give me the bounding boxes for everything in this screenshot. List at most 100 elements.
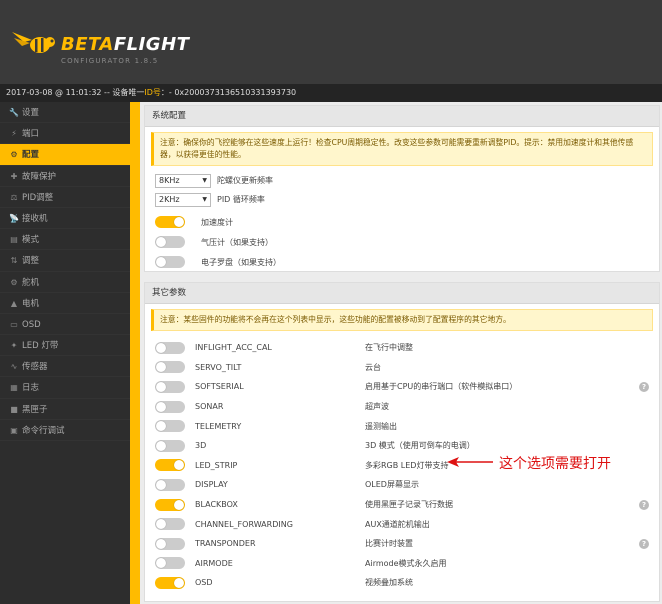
- sensor-toggle[interactable]: [155, 236, 185, 248]
- log-icon: ▦: [10, 383, 18, 393]
- sidebar-item-label: 模式: [22, 235, 40, 246]
- gyro-freq-label: 陀螺仪更新频率: [217, 176, 273, 185]
- feature-row: SERVO_TILT 云台: [145, 358, 659, 378]
- sensor-label: 加速度计: [201, 217, 233, 227]
- sidebar-item-label: 端口: [22, 129, 40, 140]
- sidebar-item-label: 调整: [22, 256, 40, 267]
- feature-description: 超声波: [365, 402, 389, 412]
- status-timestamp: 2017-03-08 @ 11:01:32: [6, 88, 102, 97]
- sensor-toggle[interactable]: [155, 256, 185, 268]
- feature-toggle[interactable]: [155, 400, 185, 413]
- feature-row: INFLIGHT_ACC_CAL 在飞行中调整: [145, 338, 659, 358]
- feature-description: 云台: [365, 362, 381, 372]
- help-icon[interactable]: ?: [639, 499, 649, 510]
- sidebar-item-label: 设置: [22, 108, 40, 118]
- sidebar-item[interactable]: ■ 黑匣子: [0, 399, 130, 420]
- sidebar-item[interactable]: ⇅ 调整: [0, 250, 130, 272]
- feature-name: SONAR: [195, 402, 224, 412]
- sensor-row: 气压计（如果支持）: [145, 232, 659, 252]
- feature-toggle[interactable]: [155, 518, 185, 531]
- sidebar-item[interactable]: ⚡ 端口: [0, 123, 130, 145]
- main-content: 系统配置 注意：确保你的飞控能够在这些速度上运行！检查CPU周期稳定性。改变这些…: [140, 102, 662, 604]
- motor-icon: ▲: [10, 298, 18, 308]
- sidebar-item[interactable]: ⚙ 舵机: [0, 272, 130, 293]
- pid-freq-select[interactable]: 2KHz ▼: [155, 192, 211, 207]
- modes-icon: ▤: [10, 235, 18, 245]
- other-features-panel: 其它参数 注意：某些固件的功能将不会再在这个列表中显示，这些功能的配置被移动到了…: [144, 282, 660, 602]
- feature-toggle[interactable]: [155, 361, 185, 374]
- toggle-knob: [156, 538, 166, 549]
- sidebar-item[interactable]: ✦ LED 灯带: [0, 335, 130, 357]
- toggle-knob: [156, 362, 166, 373]
- status-bar: 2017-03-08 @ 11:01:32 -- 设备唯一ID号：- 0x200…: [0, 84, 662, 102]
- feature-toggle[interactable]: [155, 537, 185, 550]
- sensor-toggle[interactable]: [155, 216, 185, 228]
- receiver-icon: 📡: [9, 213, 19, 223]
- feature-toggle[interactable]: [155, 420, 185, 433]
- status-id-value: ：- 0x200037313651033139373​0: [160, 88, 297, 97]
- sidebar-item[interactable]: ∿ 传感器: [0, 356, 130, 378]
- feature-name: SERVO_TILT: [195, 362, 242, 372]
- feature-name: SOFTSERIAL: [195, 382, 244, 392]
- pid-freq-label: PID 循环频率: [217, 195, 265, 204]
- feature-description: 启用基于CPU的串行端口（软件模拟串口）: [365, 382, 518, 392]
- feature-description: 遥测输出: [365, 421, 397, 431]
- failsafe-icon: ✚: [10, 171, 18, 181]
- sidebar-item-label: 舵机: [22, 277, 40, 288]
- toggle-knob: [156, 342, 166, 353]
- status-id-label: ID号: [144, 88, 161, 97]
- led-icon: ✦: [10, 341, 18, 351]
- sidebar-item[interactable]: ▦ 日志: [0, 377, 130, 399]
- feature-description: 比赛计时装置: [365, 539, 413, 549]
- sidebar-item[interactable]: ▲ 电机: [0, 293, 130, 314]
- plug-icon: ⚡: [11, 129, 17, 139]
- app-header: BETAFLIGHT CONFIGURATOR 1.8.5: [0, 0, 662, 84]
- sidebar-item[interactable]: ⚙ 配置: [0, 144, 130, 166]
- feature-toggle[interactable]: [155, 459, 185, 472]
- toggle-knob: [174, 217, 184, 227]
- feature-description: 视频叠加系统: [365, 578, 413, 588]
- blackbox-icon: ■: [10, 404, 18, 414]
- toggle-knob: [156, 401, 166, 412]
- sensor-label: 电子罗盘（如果支持）: [201, 257, 281, 267]
- sidebar-item[interactable]: ▭ OSD: [0, 314, 130, 336]
- sidebar-item[interactable]: ▣ 命令行调试: [0, 420, 130, 441]
- status-device-label: -- 设备唯一: [101, 88, 145, 97]
- feature-name: CHANNEL_FORWARDING: [195, 519, 293, 529]
- gear-icon: ⚙: [10, 150, 18, 160]
- sidebar-item[interactable]: ▤ 模式: [0, 229, 130, 251]
- feature-row: DISPLAY OLED屏幕显示: [145, 475, 659, 495]
- sidebar-item-label: PID调整: [22, 192, 54, 203]
- cli-icon: ▣: [10, 425, 18, 435]
- sidebar-item[interactable]: 🔧 设置: [0, 102, 130, 124]
- sidebar-item[interactable]: ✚ 故障保护: [0, 166, 130, 187]
- toggle-knob: [156, 237, 166, 247]
- gyro-freq-select[interactable]: 8KHz ▼: [155, 173, 211, 188]
- feature-toggle[interactable]: [155, 498, 185, 511]
- sidebar-nav: 🔧 设置 ⚡ 端口 ⚙ 配置 ✚ 故障保护 ⚖ PID调整 📡 接收机 ▤ 模式 ⇅ 调整 ⚙ 舵机 ▲ 电机 ▭ OSD…: [0, 102, 130, 604]
- help-icon[interactable]: ?: [639, 538, 649, 549]
- feature-toggle[interactable]: [155, 576, 185, 589]
- feature-toggle[interactable]: [155, 557, 185, 570]
- sidebar-item[interactable]: 📡 接收机: [0, 208, 130, 230]
- sidebar-item-label: 接收机: [22, 213, 48, 224]
- feature-toggle[interactable]: [155, 478, 185, 491]
- sidebar-item[interactable]: ⚖ PID调整: [0, 187, 130, 208]
- toggle-knob: [156, 257, 166, 267]
- help-icon[interactable]: ?: [639, 381, 649, 392]
- sensor-icon: ∿: [10, 362, 18, 372]
- feature-description: 使用黑匣子记录飞行数据: [365, 500, 453, 510]
- feature-toggle[interactable]: [155, 439, 185, 452]
- feature-toggle[interactable]: [155, 380, 185, 393]
- toggle-knob: [156, 421, 166, 432]
- system-config-panel: 系统配置 注意：确保你的飞控能够在这些速度上运行！检查CPU周期稳定性。改变这些…: [144, 105, 660, 272]
- wrench-icon: 🔧: [9, 108, 19, 117]
- feature-toggle[interactable]: [155, 341, 185, 354]
- toggle-knob: [174, 499, 184, 510]
- annotation-text: 这个选项需要打开: [499, 456, 611, 472]
- sidebar-item-label: 命令行调试: [22, 425, 65, 436]
- feature-description: 在飞行中调整: [365, 343, 413, 353]
- chevron-down-icon: ▼: [202, 176, 207, 184]
- app-title: BETAFLIGHT: [61, 34, 190, 55]
- sensor-label: 气压计（如果支持）: [201, 237, 273, 247]
